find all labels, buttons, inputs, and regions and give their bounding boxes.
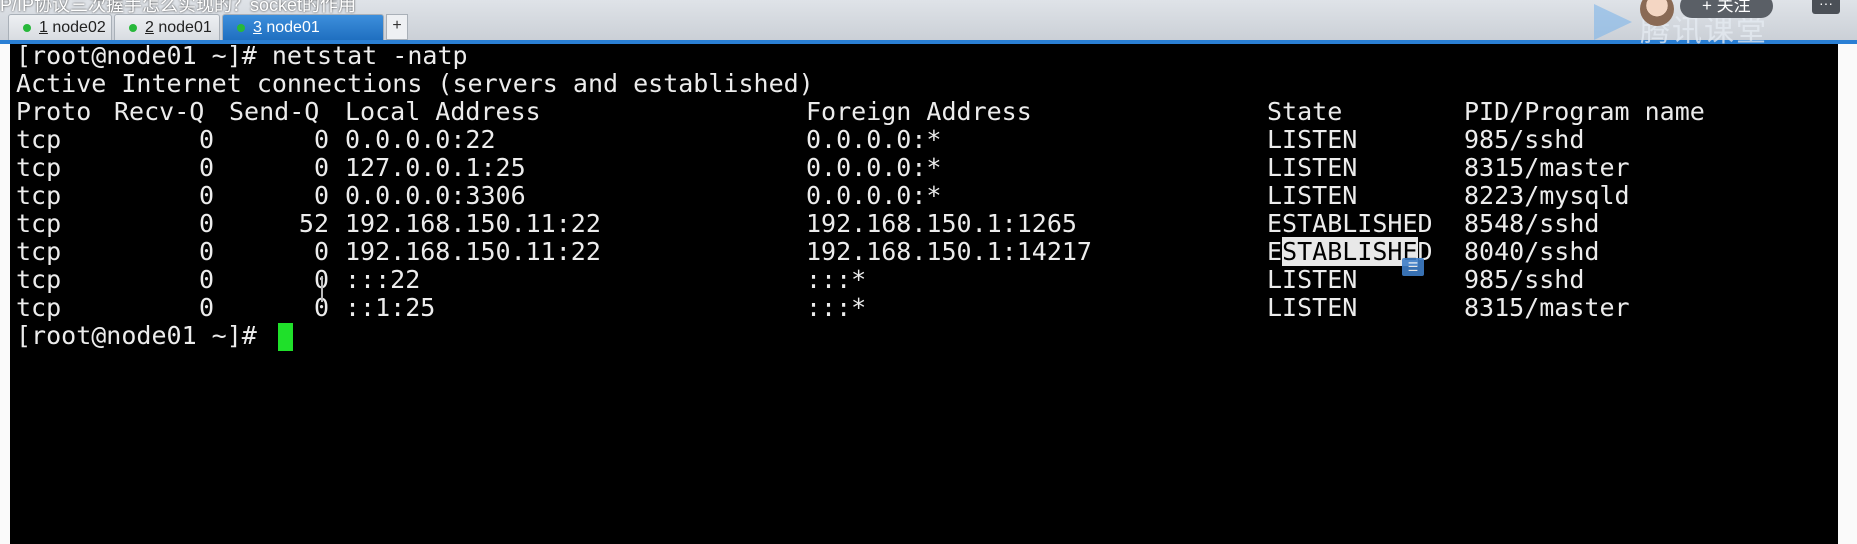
cell-foreign: 192.168.150.1:1265 bbox=[806, 209, 1077, 238]
cell-state: LISTEN bbox=[1267, 181, 1358, 210]
cell-foreign: 0.0.0.0:* bbox=[806, 125, 942, 154]
shell-prompt: [root@node01 ~]# bbox=[16, 41, 272, 70]
cell-state: LISTEN bbox=[1267, 153, 1358, 182]
more-icon[interactable]: ··· bbox=[1812, 0, 1840, 14]
tab-label: node02 bbox=[47, 19, 106, 36]
header-foreign: Foreign Address bbox=[806, 97, 1032, 126]
cell-foreign: :::* bbox=[806, 265, 867, 294]
floating-toolbar-icon[interactable]: ☰ bbox=[1402, 258, 1424, 276]
cell-local: 0.0.0.0:22 bbox=[345, 125, 496, 154]
follow-button[interactable]: + 关注 bbox=[1680, 0, 1773, 18]
header-pid: PID/Program name bbox=[1464, 97, 1705, 126]
cell-local: ::1:25 bbox=[345, 293, 436, 322]
text-selection-highlight: STABLISHE bbox=[1282, 237, 1418, 266]
tab-node02[interactable]: 1 node02 bbox=[8, 14, 112, 40]
summary-line: Active Internet connections (servers and… bbox=[16, 69, 814, 98]
cell-pid: 8223/mysqld bbox=[1464, 181, 1630, 210]
header-state: State bbox=[1267, 97, 1343, 126]
command-text: netstat -natp bbox=[271, 41, 468, 70]
tab-bar: P/IP协议三次握手怎么实现的？socket的作用 1 node02 2 nod… bbox=[0, 0, 1857, 48]
window-right-edge bbox=[1838, 44, 1857, 544]
cell-proto: tcp bbox=[16, 265, 62, 294]
status-dot-icon bbox=[237, 24, 245, 32]
cell-foreign: 0.0.0.0:* bbox=[806, 181, 942, 210]
cell-foreign: 192.168.150.1:14217 bbox=[806, 237, 1092, 266]
cell-sendq: 0 bbox=[313, 125, 329, 154]
cell-sendq: 0 bbox=[313, 293, 329, 322]
command-line: [root@node01 ~]# netstat -natp bbox=[16, 41, 468, 71]
cell-recvq: 0 bbox=[198, 181, 214, 210]
status-dot-icon bbox=[129, 24, 137, 32]
mouse-ibeam-cursor-icon bbox=[321, 276, 331, 302]
cell-pid: 985/sshd bbox=[1464, 125, 1585, 154]
cell-proto: tcp bbox=[16, 181, 62, 210]
tab-number: 3 bbox=[253, 19, 262, 36]
cell-recvq: 0 bbox=[198, 153, 214, 182]
cell-state: LISTEN bbox=[1267, 293, 1358, 322]
cell-local: 192.168.150.11:22 bbox=[345, 237, 601, 266]
cell-recvq: 0 bbox=[198, 293, 214, 322]
cell-sendq: 0 bbox=[313, 237, 329, 266]
window-left-edge bbox=[0, 44, 10, 544]
cell-recvq: 0 bbox=[198, 125, 214, 154]
cell-recvq: 0 bbox=[198, 209, 214, 238]
cell-proto: tcp bbox=[16, 209, 62, 238]
cell-recvq: 0 bbox=[198, 265, 214, 294]
cell-proto: tcp bbox=[16, 237, 62, 266]
terminal-cursor bbox=[277, 323, 293, 351]
cell-sendq: 0 bbox=[313, 265, 329, 294]
cell-local: :::22 bbox=[345, 265, 421, 294]
cell-foreign: 0.0.0.0:* bbox=[806, 153, 942, 182]
cell-local: 192.168.150.11:22 bbox=[345, 209, 601, 238]
cell-foreign: :::* bbox=[806, 293, 867, 322]
new-tab-button[interactable]: + bbox=[386, 14, 408, 40]
cell-pid: 8548/sshd bbox=[1464, 209, 1600, 238]
tab-node01-active[interactable]: 3 node01 bbox=[222, 14, 384, 40]
cell-local: 127.0.0.1:25 bbox=[345, 153, 526, 182]
header-local: Local Address bbox=[345, 97, 541, 126]
cell-pid: 8315/master bbox=[1464, 293, 1630, 322]
tab-node01[interactable]: 2 node01 bbox=[114, 14, 220, 40]
header-proto: Proto bbox=[16, 97, 92, 126]
cell-proto: tcp bbox=[16, 125, 62, 154]
tab-number: 2 bbox=[145, 19, 154, 36]
cell-pid: 8040/sshd bbox=[1464, 237, 1600, 266]
cell-state: ESTABLISHED bbox=[1267, 209, 1433, 238]
shell-prompt: [root@node01 ~]# bbox=[16, 321, 272, 350]
final-prompt-line[interactable]: [root@node01 ~]# bbox=[16, 321, 293, 351]
cell-sendq: 0 bbox=[313, 181, 329, 210]
cell-sendq: 0 bbox=[313, 153, 329, 182]
cell-pid: 985/sshd bbox=[1464, 265, 1585, 294]
header-sendq: Send-Q bbox=[229, 97, 320, 126]
tab-label: node01 bbox=[153, 19, 212, 36]
tab-label: node01 bbox=[261, 19, 320, 36]
tab-number: 1 bbox=[39, 19, 48, 36]
cell-sendq: 52 bbox=[298, 209, 329, 238]
cell-state: LISTEN bbox=[1267, 125, 1358, 154]
header-recvq: Recv-Q bbox=[114, 97, 205, 126]
cell-recvq: 0 bbox=[198, 237, 214, 266]
cell-proto: tcp bbox=[16, 293, 62, 322]
cell-local: 0.0.0.0:3306 bbox=[345, 181, 526, 210]
cell-pid: 8315/master bbox=[1464, 153, 1630, 182]
cell-proto: tcp bbox=[16, 153, 62, 182]
status-dot-icon bbox=[23, 24, 31, 32]
cell-state: LISTEN bbox=[1267, 265, 1358, 294]
